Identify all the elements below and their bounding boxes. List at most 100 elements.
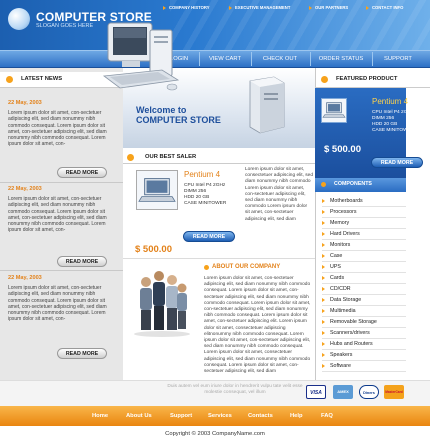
featured-product-image[interactable] xyxy=(321,98,347,123)
arrow-icon xyxy=(322,297,325,302)
divider xyxy=(0,270,123,271)
visa-card-icon: VISA xyxy=(306,385,326,399)
footer-link-faq[interactable]: FAQ xyxy=(321,406,333,426)
copyright: Copyright © 2003 CompanyName.com xyxy=(165,431,265,437)
arrow-icon xyxy=(322,253,325,258)
component-link[interactable]: Cards xyxy=(322,273,406,284)
mastercard-icon: MasterCard xyxy=(384,385,404,399)
component-label: Hubs and Routers xyxy=(330,341,373,347)
footer-note: Duis autem vel eum iriure dolor in hendr… xyxy=(167,384,303,396)
nav-check-out[interactable]: CHECK OUT xyxy=(254,50,306,68)
component-label: Hard Drivers xyxy=(330,231,360,237)
component-label: Scanners/drivers xyxy=(330,330,370,336)
server-illustration xyxy=(249,76,285,134)
best-saler-header: OUR BEST SALER xyxy=(123,150,315,164)
best-saler-price: $ 500.00 xyxy=(135,244,172,255)
component-link[interactable]: Motherboards xyxy=(322,196,406,207)
component-link[interactable]: Hubs and Routers xyxy=(322,339,406,350)
news-date: 22 May, 2003 xyxy=(8,186,42,192)
logo-icon xyxy=(8,8,30,30)
bullet-icon xyxy=(321,76,328,83)
bullet-icon xyxy=(321,182,326,187)
component-link[interactable]: Data Storage xyxy=(322,295,406,306)
welcome-line-1: Welcome to xyxy=(136,105,187,115)
best-saler-product-name[interactable]: Pentium 4 xyxy=(184,170,220,179)
top-link-company-history[interactable]: COMPANY HISTORY xyxy=(163,5,210,10)
featured-price: $ 500.00 xyxy=(324,144,361,155)
component-link[interactable]: Software xyxy=(322,361,406,372)
top-link-contact-info[interactable]: CONTACT INFO xyxy=(366,5,403,10)
best-saler-description: Lorem ipsum dolor sit amet, consectetuer… xyxy=(245,167,313,222)
news-text: Lorem ipsum dolor sit amet, con-sectetue… xyxy=(8,110,107,148)
about-title: ABOUT OUR COMPANY xyxy=(212,264,281,270)
news-read-more-button[interactable]: READ MORE xyxy=(57,256,107,267)
news-read-more-button[interactable]: READ MORE xyxy=(57,348,107,359)
news-date: 22 May, 2003 xyxy=(8,100,42,106)
best-saler-title: OUR BEST SALER xyxy=(145,154,197,160)
computer-illustration xyxy=(102,22,180,91)
featured-read-more-button[interactable]: READ MORE xyxy=(371,157,423,168)
news-read-more-button[interactable]: READ MORE xyxy=(57,167,107,178)
top-link-our-partners[interactable]: OUR PARTNERS xyxy=(309,5,348,10)
component-label: UPS xyxy=(330,264,341,270)
footer-link-help[interactable]: Help xyxy=(290,406,303,426)
nav-view-cart[interactable]: VIEW CART xyxy=(203,50,247,68)
arrow-icon xyxy=(309,5,312,10)
nav-divider xyxy=(251,52,252,66)
component-label: Case xyxy=(330,253,343,259)
component-link[interactable]: Scanners/drivers xyxy=(322,328,406,339)
footer-link-home[interactable]: Home xyxy=(92,406,108,426)
arrow-icon xyxy=(366,5,369,10)
component-link[interactable]: UPS xyxy=(322,262,406,273)
component-link[interactable]: Monitors xyxy=(322,240,406,251)
component-label: Cards xyxy=(330,275,345,281)
component-link[interactable]: Processors xyxy=(322,207,406,218)
news-text: Lorem ipsum dolor sit amet, con-sectetue… xyxy=(8,196,107,234)
footer-link-contacts[interactable]: Contacts xyxy=(248,406,273,426)
component-label: Data Storage xyxy=(330,297,362,303)
arrow-icon xyxy=(322,275,325,280)
components-title: COMPONENTS xyxy=(334,181,372,187)
arrow-icon xyxy=(163,5,166,10)
top-link-executive-management[interactable]: EXECUTIVE MANAGEMENT xyxy=(229,5,290,10)
footer-link-services[interactable]: Services xyxy=(208,406,232,426)
arrow-icon xyxy=(322,308,325,313)
component-label: Monitors xyxy=(330,242,351,248)
site-slogan: SLOGAN GOES HERE xyxy=(36,23,94,29)
product-image[interactable] xyxy=(136,170,178,210)
news-date: 22 May, 2003 xyxy=(8,275,42,281)
divider xyxy=(0,182,123,183)
component-link[interactable]: Memory xyxy=(322,218,406,229)
featured-product-header: FEATURED PRODUCT xyxy=(315,72,430,88)
laptop-icon xyxy=(322,102,346,118)
arrow-icon xyxy=(229,5,232,10)
best-saler-read-more-button[interactable]: READ MORE xyxy=(183,231,235,242)
component-link[interactable]: Hard Drivers xyxy=(322,229,406,240)
nav-support[interactable]: SUPPORT xyxy=(375,50,421,68)
footer-link-support[interactable]: Support xyxy=(170,406,192,426)
about-text: Lorem ipsum dolor sit amet, con-sectetue… xyxy=(204,276,311,375)
component-link[interactable]: Multimedia xyxy=(322,306,406,317)
arrow-icon xyxy=(322,231,325,236)
featured-product-name[interactable]: Pentium 4 xyxy=(372,97,408,106)
spec-line: CASE MINITOWER xyxy=(372,128,415,133)
featured-product-title: FEATURED PRODUCT xyxy=(336,76,398,82)
component-label: CD/CDR xyxy=(330,286,351,292)
latest-news-title: LATEST NEWS xyxy=(21,76,63,82)
bullet-icon xyxy=(127,154,134,161)
bullet-icon xyxy=(204,265,209,270)
nav-divider xyxy=(310,52,311,66)
component-link[interactable]: CD/CDR xyxy=(322,284,406,295)
arrow-icon xyxy=(322,341,325,346)
arrow-icon xyxy=(322,198,325,203)
news-text: Lorem ipsum dolor sit amet, con-sectetue… xyxy=(8,285,107,323)
component-link[interactable]: Speakers xyxy=(322,350,406,361)
component-label: Memory xyxy=(330,220,350,226)
nav-order-status[interactable]: ORDER STATUS xyxy=(312,50,370,68)
footer-link-about-us[interactable]: About Us xyxy=(126,406,152,426)
component-link[interactable]: Removable Storage xyxy=(322,317,406,328)
laptop-icon xyxy=(138,178,176,202)
component-label: Software xyxy=(330,363,351,369)
component-link[interactable]: Case xyxy=(322,251,406,262)
spec-line: CASE MINITOWER xyxy=(184,201,227,206)
